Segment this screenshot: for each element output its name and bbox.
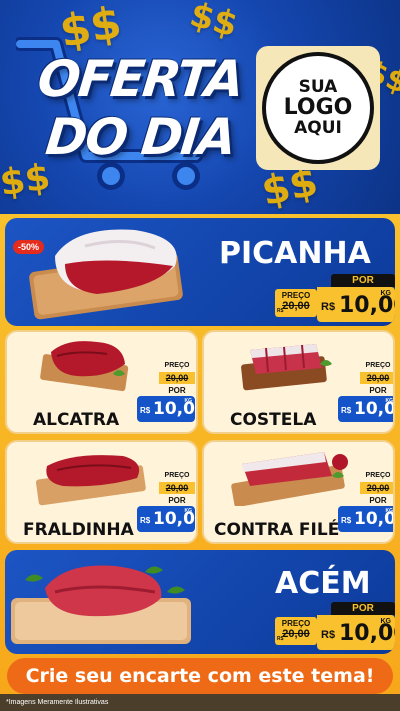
logo-placeholder: SUA LOGO AQUI xyxy=(256,46,380,170)
logo-text: LOGO xyxy=(283,95,353,121)
product-name: PICANHA xyxy=(219,236,371,271)
preco-label: PREÇO xyxy=(164,472,190,479)
price-block: PREÇO 20,00 POR R$ 10,00 KG xyxy=(338,362,394,426)
offers-area: -50% PICANHA POR PREÇO 20,00 R$ R$ 10,00… xyxy=(0,214,400,694)
new-price: R$ 10,00 KG xyxy=(338,396,394,422)
old-price-tag: PREÇO 20,00 R$ xyxy=(275,617,317,645)
unit: KG xyxy=(184,508,193,514)
header-banner: $$ $$ $$ $$ $$ OFERTA DO DIA SUA LOGO AQ… xyxy=(0,0,400,214)
unit: KG xyxy=(385,508,394,514)
por-label: POR xyxy=(369,496,387,505)
new-price: R$ 10,00 KG xyxy=(338,506,394,532)
title-line-1: OFERTA xyxy=(34,50,246,108)
currency: R$ xyxy=(321,301,336,313)
product-card-contra-file[interactable]: PREÇO 20,00 POR R$ 10,00 KG CONTRA FILÉ xyxy=(202,440,395,544)
price-block: PREÇO 20,00 POR R$ 10,00 KG xyxy=(137,472,196,536)
product-card-costela[interactable]: PREÇO 20,00 POR R$ 10,00 KG COSTELA xyxy=(202,330,395,434)
product-card-fraldinha[interactable]: PREÇO 20,00 POR R$ 10,00 KG FRALDINHA xyxy=(5,440,198,544)
currency: R$ xyxy=(341,406,352,415)
preco-label: PREÇO xyxy=(365,472,391,479)
logo-text: AQUI xyxy=(294,117,342,138)
title-line-2: DO DIA xyxy=(42,108,238,166)
unit: KG xyxy=(385,398,394,404)
por-label: POR xyxy=(168,386,186,395)
old-currency: R$ xyxy=(277,636,284,642)
old-price-tag: PREÇO 20,00 R$ xyxy=(275,289,317,317)
costela-image xyxy=(241,344,332,391)
product-card-alcatra[interactable]: PREÇO 20,00 POR R$ 10,00 KG ALCATRA xyxy=(5,330,198,434)
logo-circle: SUA LOGO AQUI xyxy=(262,52,374,164)
por-label: POR xyxy=(168,496,186,505)
picanha-image xyxy=(29,229,183,320)
preco-label: PREÇO xyxy=(281,291,311,300)
unit: KG xyxy=(380,618,392,625)
por-label: POR xyxy=(369,386,387,395)
footer-note: *Imagens Meramente Ilustrativas xyxy=(0,694,400,711)
unit: KG xyxy=(184,398,193,404)
product-name: CONTRA FILÉ xyxy=(214,520,340,540)
currency: R$ xyxy=(341,516,352,525)
price-block: PREÇO 20,00 POR R$ 10,00 KG xyxy=(137,362,196,426)
fraldinha-image xyxy=(35,455,146,506)
price-block: PREÇO 20,00 POR R$ 10,00 KG xyxy=(338,472,394,536)
logo-text: SUA xyxy=(298,76,338,97)
old-price: 20,00 xyxy=(360,372,393,384)
new-price: R$ 10,00 KG xyxy=(317,287,395,322)
old-price: 20,00 xyxy=(159,372,195,384)
preco-label: PREÇO xyxy=(365,362,391,369)
new-price: R$ 10,00 KG xyxy=(137,506,196,532)
preco-label: PREÇO xyxy=(164,362,190,369)
acem-image xyxy=(11,565,191,644)
currency: R$ xyxy=(321,629,336,641)
old-price: 20,00 xyxy=(360,482,393,494)
currency: R$ xyxy=(140,516,151,525)
alcatra-image xyxy=(40,341,129,392)
product-name: COSTELA xyxy=(230,410,317,430)
old-currency: R$ xyxy=(277,308,284,314)
new-price: R$ 10,00 KG xyxy=(317,615,395,650)
product-name: ALCATRA xyxy=(33,410,120,430)
product-card-acem[interactable]: ACÉM POR PREÇO 20,00 R$ R$ 10,00 KG xyxy=(5,550,395,654)
cta-button[interactable]: Crie seu encarte com este tema! xyxy=(7,658,393,694)
product-name: ACÉM xyxy=(275,566,371,601)
product-name: FRALDINHA xyxy=(23,520,134,540)
old-price: 20,00 xyxy=(159,482,195,494)
currency: R$ xyxy=(140,406,151,415)
product-card-picanha[interactable]: -50% PICANHA POR PREÇO 20,00 R$ R$ 10,00… xyxy=(5,218,395,326)
preco-label: PREÇO xyxy=(281,619,311,628)
price-block: POR PREÇO 20,00 R$ R$ 10,00 KG xyxy=(275,274,395,324)
por-label: POR xyxy=(331,602,395,615)
new-price: R$ 10,00 KG xyxy=(137,396,196,422)
unit: KG xyxy=(380,290,392,297)
price-block: POR PREÇO 20,00 R$ R$ 10,00 KG xyxy=(275,602,395,652)
por-label: POR xyxy=(331,274,395,287)
